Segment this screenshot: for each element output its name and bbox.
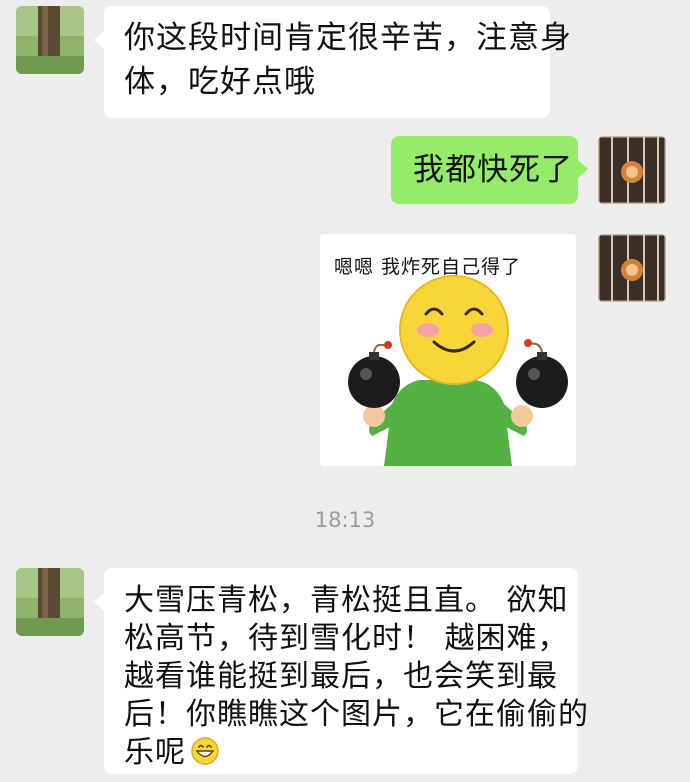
message-text: 乐呢 <box>124 735 186 770</box>
contact-avatar[interactable] <box>16 6 84 74</box>
grinning-face-emoji-icon <box>191 737 219 765</box>
message-text: 体，吃好点哦 <box>124 64 316 100</box>
sticker-message[interactable]: 嗯嗯 我炸死自己得了 <box>320 234 576 466</box>
bubble-tail <box>94 593 104 611</box>
sticker-caption: 嗯嗯 我炸死自己得了 <box>334 256 522 278</box>
message-bubble-outgoing[interactable]: 我都快死了 <box>391 136 578 204</box>
message-text: 松高节，待到雪化时！ 越困难， <box>124 621 569 656</box>
message-text: 越看谁能挺到最后，也会笑到最 <box>124 659 558 694</box>
message-timestamp: 18:13 <box>314 508 376 532</box>
my-avatar[interactable] <box>598 136 666 204</box>
message-text-last-line: 乐呢 <box>124 734 568 772</box>
message-text: 你这段时间肯定很辛苦，注意身 <box>124 20 572 56</box>
message-text: 我都快死了 <box>413 152 573 188</box>
contact-avatar[interactable] <box>16 568 84 636</box>
my-avatar[interactable] <box>598 234 666 302</box>
message-text: 后！你瞧瞧这个图片，它在偷偷的 <box>124 697 589 732</box>
bubble-tail <box>94 31 104 49</box>
message-bubble-incoming[interactable]: 大雪压青松，青松挺且直。 欲知 松高节，待到雪化时！ 越困难， 越看谁能挺到最后… <box>104 568 589 774</box>
message-text: 大雪压青松，青松挺且直。 欲知 <box>124 583 569 618</box>
bubble-tail <box>578 160 588 178</box>
message-bubble-incoming[interactable]: 你这段时间肯定很辛苦，注意身 体，吃好点哦 <box>104 6 572 118</box>
